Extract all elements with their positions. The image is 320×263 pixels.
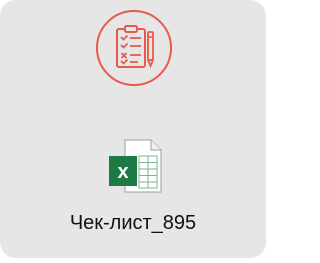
- checklist-clipboard-icon: [116, 25, 154, 69]
- excel-spreadsheet-icon: x: [109, 139, 162, 193]
- excel-file-icon[interactable]: x: [107, 138, 163, 194]
- file-name-label: Чек-лист_895: [69, 212, 197, 234]
- checklist-badge: [96, 10, 172, 86]
- file-card[interactable]: x Чек-лист_895: [0, 0, 266, 258]
- excel-badge-letter: x: [117, 161, 128, 183]
